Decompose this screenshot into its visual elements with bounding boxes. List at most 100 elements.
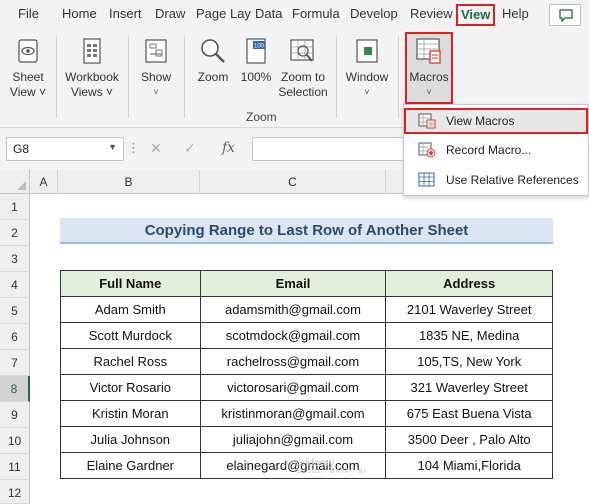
cell-address[interactable]: 675 East Buena Vista — [385, 400, 553, 427]
tab-review[interactable]: Review — [410, 6, 453, 21]
zoom-100-button[interactable]: 100 100% — [238, 36, 274, 85]
macros-button[interactable]: Macros ˅ — [405, 32, 453, 104]
row-header[interactable]: 6 — [0, 324, 30, 350]
sheet-view-button[interactable]: Sheet View ˅ — [4, 36, 52, 100]
zoom-100-label: 100% — [240, 70, 272, 84]
column-header-a[interactable]: A — [30, 170, 58, 194]
cell-full-name[interactable]: Elaine Gardner — [60, 452, 201, 479]
zoom-selection-label: Zoom to Selection — [278, 70, 328, 99]
record-macro-item[interactable]: Record Macro... — [404, 137, 588, 163]
tab-page-layout[interactable]: Page Lay — [196, 6, 251, 21]
cell-address[interactable]: 104 Miami,Florida — [385, 452, 553, 479]
cell-address[interactable]: 1835 NE, Medina — [385, 322, 553, 349]
row-header[interactable]: 2 — [0, 220, 30, 246]
relative-references-icon — [418, 172, 435, 187]
menu-bar: File Home Insert Draw Page Lay Data Form… — [0, 0, 589, 30]
header-address[interactable]: Address — [385, 270, 553, 297]
table-row: Adam Smith adamsmith@gmail.com 2101 Wave… — [60, 296, 553, 323]
view-macros-item[interactable]: View Macros — [404, 108, 588, 134]
column-header-b[interactable]: B — [58, 170, 200, 194]
table-row: Scott Murdock scotmdock@gmail.com 1835 N… — [60, 322, 553, 349]
header-email[interactable]: Email — [199, 270, 387, 297]
chevron-down-icon[interactable]: ▼ — [108, 142, 117, 152]
row-header[interactable]: 12 — [0, 480, 30, 504]
cell-address[interactable]: 105,TS, New York — [385, 348, 553, 375]
tab-formulas[interactable]: Formula — [292, 6, 340, 21]
cell-address[interactable]: 3500 Deer , Palo Alto — [385, 426, 553, 453]
select-all-corner[interactable] — [0, 170, 30, 194]
name-box-value: G8 — [13, 142, 30, 156]
show-label: Show — [140, 70, 172, 84]
cell-email[interactable]: adamsmith@gmail.com — [199, 296, 387, 323]
tab-developer[interactable]: Develop — [350, 6, 398, 21]
zoom-100-icon: 100 — [246, 38, 266, 64]
tab-file[interactable]: File — [18, 6, 39, 21]
magnifier-icon — [201, 39, 225, 63]
zoom-to-selection-button[interactable]: Zoom to Selection — [276, 36, 328, 100]
cell-full-name[interactable]: Julia Johnson — [60, 426, 201, 453]
record-macro-icon — [418, 142, 436, 158]
zoom-label: Zoom — [197, 70, 229, 84]
cell-full-name[interactable]: Adam Smith — [60, 296, 201, 323]
row-header[interactable]: 3 — [0, 246, 30, 272]
sheet-title[interactable]: Copying Range to Last Row of Another She… — [60, 218, 553, 244]
resize-handle-icon[interactable]: ⋮ — [127, 140, 140, 156]
row-header[interactable]: 10 — [0, 428, 30, 454]
cell-address[interactable]: 2101 Waverley Street — [385, 296, 553, 323]
workbook-views-label: Workbook Views ˅ — [65, 70, 119, 99]
row-header[interactable]: 11 — [0, 454, 30, 480]
row-header[interactable]: 7 — [0, 350, 30, 376]
check-icon[interactable]: ✓ — [184, 140, 196, 157]
workbook-views-icon — [83, 38, 101, 64]
ribbon-separator — [184, 36, 185, 118]
name-box[interactable]: G8 ▼ — [6, 137, 124, 161]
cell-email[interactable]: victorosari@gmail.com — [199, 374, 387, 401]
tab-view[interactable]: View — [456, 4, 496, 26]
column-header-c[interactable]: C — [200, 170, 386, 194]
workbook-views-button[interactable]: Workbook Views ˅ — [60, 36, 124, 100]
watermark-tagline: EXCEL · DATA · BI — [297, 469, 367, 475]
row-header[interactable]: 1 — [0, 194, 30, 220]
show-button[interactable]: Show ˅ — [136, 36, 176, 100]
cancel-icon[interactable]: ✕ — [150, 140, 162, 157]
insert-function-icon[interactable]: fx — [222, 140, 235, 156]
window-icon — [356, 39, 378, 63]
cell-email[interactable]: scotmdock@gmail.com — [199, 322, 387, 349]
tab-home[interactable]: Home — [62, 6, 97, 21]
record-macro-label: Record Macro... — [446, 143, 532, 157]
tab-data[interactable]: Data — [255, 6, 282, 21]
ribbon-separator — [398, 36, 399, 118]
row-header[interactable]: 5 — [0, 298, 30, 324]
row-header-selected[interactable]: 8 — [0, 376, 30, 402]
view-macros-label: View Macros — [446, 114, 515, 128]
data-table: Full Name Email Address Adam Smith adams… — [60, 270, 553, 479]
cell-email[interactable]: rachelross@gmail.com — [199, 348, 387, 375]
zoom-group-label: Zoom — [246, 110, 277, 124]
chevron-down-icon: ˅ — [153, 87, 159, 97]
zoom-selection-icon — [290, 39, 314, 62]
use-relative-references-label: Use Relative References — [446, 173, 579, 187]
zoom-button[interactable]: Zoom — [192, 36, 234, 85]
table-row: Victor Rosario victorosari@gmail.com 321… — [60, 374, 553, 401]
tab-help[interactable]: Help — [502, 6, 529, 21]
cell-email[interactable]: kristinmoran@gmail.com — [199, 400, 387, 427]
formula-input[interactable] — [252, 137, 412, 161]
cell-full-name[interactable]: Victor Rosario — [60, 374, 201, 401]
cell-email[interactable]: juliajohn@gmail.com — [199, 426, 387, 453]
header-full-name[interactable]: Full Name — [60, 270, 201, 297]
tab-insert[interactable]: Insert — [109, 6, 142, 21]
ribbon-separator — [56, 36, 57, 118]
cell-address[interactable]: 321 Waverley Street — [385, 374, 553, 401]
use-relative-references-item[interactable]: Use Relative References — [404, 167, 588, 193]
window-button[interactable]: Window ˅ — [343, 36, 391, 100]
tab-draw[interactable]: Draw — [155, 6, 185, 21]
row-header[interactable]: 9 — [0, 402, 30, 428]
cell-full-name[interactable]: Kristin Moran — [60, 400, 201, 427]
chevron-down-icon: ˅ — [426, 87, 432, 97]
cell-full-name[interactable]: Scott Murdock — [60, 322, 201, 349]
cell-full-name[interactable]: Rachel Ross — [60, 348, 201, 375]
row-header[interactable]: 4 — [0, 272, 30, 298]
comment-icon — [559, 9, 573, 22]
comments-button[interactable] — [549, 4, 581, 26]
chevron-down-icon: ˅ — [364, 87, 370, 97]
